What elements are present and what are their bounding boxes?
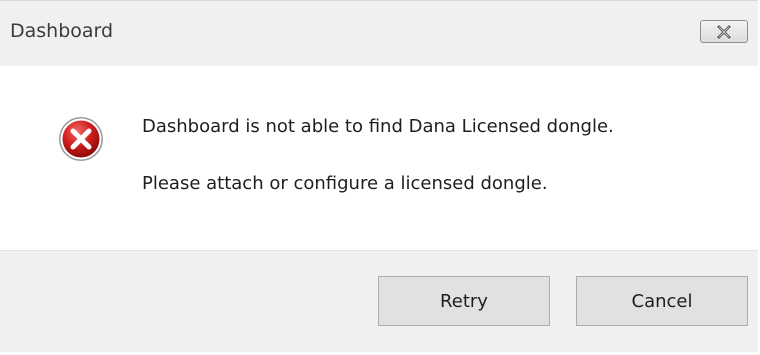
button-bar: Retry Cancel xyxy=(0,250,758,352)
error-icon xyxy=(59,117,103,161)
retry-button[interactable]: Retry xyxy=(378,276,550,326)
title-bar[interactable]: Dashboard xyxy=(0,0,758,66)
close-button[interactable] xyxy=(700,20,748,43)
cancel-button[interactable]: Cancel xyxy=(576,276,748,326)
dialog-window: Dashboard Dashboard is not able to find … xyxy=(0,0,758,352)
message-area: Dashboard is not able to find Dana Licen… xyxy=(0,66,758,250)
error-message-primary: Dashboard is not able to find Dana Licen… xyxy=(142,116,614,137)
window-title: Dashboard xyxy=(10,20,114,42)
error-message-secondary: Please attach or configure a licensed do… xyxy=(142,173,548,194)
close-icon xyxy=(717,24,731,39)
